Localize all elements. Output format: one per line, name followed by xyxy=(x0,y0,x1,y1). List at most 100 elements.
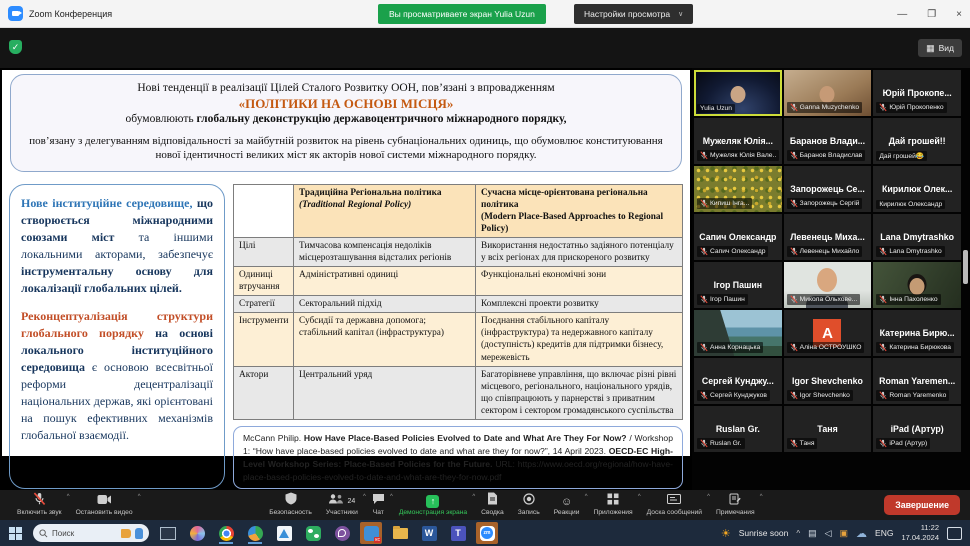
alert-icon[interactable]: ▣ xyxy=(840,528,849,539)
taskbar-app-word-icon[interactable]: W xyxy=(418,522,440,544)
participant-label: Кирилюк Олександр xyxy=(876,200,945,209)
participant-tile[interactable]: Інна Пахоленко xyxy=(873,262,961,308)
muted-mic-icon xyxy=(790,247,798,256)
participant-tile[interactable]: Юрій Прокопе...Юрій Прокопенко xyxy=(873,70,961,116)
participant-tile[interactable]: Катерина Бирю...Катерина Бирюкова xyxy=(873,310,961,356)
taskbar-app-zoom-icon[interactable]: zm xyxy=(476,522,498,544)
table-cell: Стратегії xyxy=(234,296,294,313)
search-input[interactable]: Поиск xyxy=(33,524,149,542)
citation-box: McCann Philip. How Have Place-Based Poli… xyxy=(233,426,683,490)
participant-tile[interactable]: Баранов Влади...Баранов Владислав xyxy=(784,118,872,164)
participant-label: Катерина Бирюкова xyxy=(876,342,954,353)
tray-expand-chevron[interactable]: ^ xyxy=(796,529,800,538)
participant-tile[interactable]: Ігор ПашинІгор Пашин xyxy=(694,262,782,308)
participant-label: Мужеляк Юлія Вале.. xyxy=(697,150,779,161)
participant-tile[interactable]: Roman Yaremen...Roman Yaremenko xyxy=(873,358,961,404)
toolbar-stop-video-button[interactable]: ^Остановить видео xyxy=(69,490,140,520)
participant-label: Ganna Muzychenko xyxy=(787,102,862,113)
muted-mic-icon xyxy=(790,199,798,208)
taskbar-app-viber-icon[interactable] xyxy=(331,522,353,544)
taskbar-app-explorer-icon[interactable] xyxy=(389,522,411,544)
participant-tile[interactable]: Igor ShevchenkoIgor Shevchenko xyxy=(784,358,872,404)
taskbar-app-mail-icon[interactable] xyxy=(273,522,295,544)
taskbar-clock[interactable]: 11:22 17.04.2024 xyxy=(901,523,939,543)
table-cell: Багаторівневе управління, що включає різ… xyxy=(476,366,683,419)
table-column-header xyxy=(234,184,294,237)
participant-tile[interactable]: Кипиш Інга... xyxy=(694,166,782,212)
scrollbar-thumb[interactable] xyxy=(963,250,968,284)
toolbar-whiteboard-button[interactable]: ^Доска сообщений xyxy=(640,490,709,520)
toolbar-chat-button[interactable]: ^Чат xyxy=(365,490,392,520)
participant-tile[interactable]: Анна Корнацька xyxy=(694,310,782,356)
participant-tile[interactable]: Левенець Миха...Левенець Михайло xyxy=(784,214,872,260)
toolbar-apps-button[interactable]: ^Приложения xyxy=(587,490,640,520)
taskbar-app-edge-icon[interactable] xyxy=(244,522,266,544)
toolbar-reactions-button[interactable]: ☺^Реакции xyxy=(547,490,587,520)
minimize-button[interactable]: — xyxy=(897,9,907,20)
start-button[interactable] xyxy=(5,523,25,543)
chevron-down-icon: ∨ xyxy=(678,10,683,18)
touch-keyboard-icon[interactable]: ▤ xyxy=(808,528,817,539)
muted-mic-icon xyxy=(790,103,798,112)
participant-tile[interactable]: Yulia Uzun xyxy=(694,70,782,116)
participant-tile[interactable]: Мужеляк Юлія...Мужеляк Юлія Вале.. xyxy=(694,118,782,164)
chevron-up-icon[interactable]: ^ xyxy=(760,494,763,500)
participant-tile[interactable]: Ruslan Gr.Ruslan Gr. xyxy=(694,406,782,452)
left-paragraph-1: Нове інституційне середовище, що створює… xyxy=(21,195,213,297)
screen-viewing-banner: Вы просматриваете экран Yulia Uzun xyxy=(378,4,546,24)
cloud-icon[interactable]: ☁ xyxy=(856,527,867,540)
participant-tile[interactable]: Запорожець Се...Запорожець Сергій xyxy=(784,166,872,212)
participant-tile[interactable]: ТаняТаня xyxy=(784,406,872,452)
taskbar-app-photos-icon[interactable] xyxy=(186,522,208,544)
volume-icon[interactable]: ◁ xyxy=(825,528,832,539)
slide-title-box: Нові тенденції в реалізації Цілей Сталог… xyxy=(10,74,682,172)
taskbar-app-task-view-icon[interactable] xyxy=(157,522,179,544)
participant-tile[interactable]: Кирилюк Олек...Кирилюк Олександр xyxy=(873,166,961,212)
toolbar-notes-button[interactable]: ^Примечания xyxy=(709,490,762,520)
zoom-app-window: Zoom Конференция Вы просматриваете экран… xyxy=(0,0,970,546)
participant-tile[interactable]: Lana DmytrashkoLana Dmytrashko xyxy=(873,214,961,260)
restore-button[interactable]: ❐ xyxy=(927,9,936,20)
toolbar-summary-button[interactable]: Сводка xyxy=(474,490,511,520)
taskbar-app-wechat-icon[interactable] xyxy=(302,522,324,544)
toolbar-participants-button[interactable]: 24^Участники xyxy=(319,490,365,520)
participant-label: iPad (Артур) xyxy=(876,438,930,449)
participant-tile[interactable]: Микола Ольхове... xyxy=(784,262,872,308)
toolbar-security-button[interactable]: Безопасность xyxy=(262,490,319,520)
toolbar-share-screen-button[interactable]: ↑^Демонстрация экрана xyxy=(392,490,474,520)
taskbar-app-teams-icon[interactable]: T xyxy=(447,522,469,544)
table-cell: Тимчасова компенсація недоліків місцероз… xyxy=(294,237,476,266)
language-indicator[interactable]: ENG xyxy=(875,528,893,538)
close-button[interactable]: × xyxy=(956,9,962,20)
participant-label: Запорожець Сергій xyxy=(787,198,863,209)
encryption-shield-icon[interactable]: ✓ xyxy=(9,40,22,54)
participant-tile[interactable]: Дай грошей!!Дай грошей😂 xyxy=(873,118,961,164)
window-title: Zoom Конференция xyxy=(29,9,112,19)
presentation-slide: Нові тенденції в реалізації Цілей Сталог… xyxy=(2,70,690,456)
weather-text[interactable]: Sunrise soon xyxy=(739,528,789,538)
toolbar-record-button[interactable]: Запись xyxy=(511,490,547,520)
participants-grid: Yulia Uzun Ganna Muzychenko Юрій Прокопе..… xyxy=(694,70,961,452)
slide-left-text-box: Нове інституційне середовище, що створює… xyxy=(9,184,225,490)
chevron-up-icon[interactable]: ^ xyxy=(138,494,141,500)
participant-tile[interactable]: Сапич ОлександрСапич Олександр xyxy=(694,214,782,260)
taskbar-app-messenger-icon[interactable]: кс xyxy=(360,522,382,544)
notification-center-icon[interactable] xyxy=(947,527,962,540)
board-icon xyxy=(667,492,681,510)
participant-tile[interactable]: Сергей Кунджу...Сергей Кунджуков xyxy=(694,358,782,404)
end-meeting-button[interactable]: Завершение xyxy=(884,495,960,515)
participant-tile[interactable]: Ganna Muzychenko xyxy=(784,70,872,116)
weather-sun-icon[interactable]: ☀ xyxy=(721,527,731,540)
shared-screen-area: Нові тенденції в реалізації Цілей Сталог… xyxy=(0,68,692,490)
table-cell: Центральний уряд xyxy=(294,366,476,419)
participant-tile[interactable]: AАліна ОСТРОУШКО xyxy=(784,310,872,356)
taskbar-app-chrome-icon[interactable] xyxy=(215,522,237,544)
window-titlebar: Zoom Конференция Вы просматриваете экран… xyxy=(0,0,970,28)
participant-tile[interactable]: iPad (Артур)iPad (Артур) xyxy=(873,406,961,452)
table-cell: Використання недостатньо задіяного потен… xyxy=(476,237,683,266)
gallery-scrollbar[interactable] xyxy=(963,68,969,490)
view-settings-button[interactable]: Настройки просмотра ∨ xyxy=(574,4,693,24)
muted-mic-icon xyxy=(790,439,798,448)
view-layout-button[interactable]: ▦ Вид xyxy=(918,39,962,57)
toolbar-unmute-button[interactable]: ^Включить звук xyxy=(10,490,69,520)
